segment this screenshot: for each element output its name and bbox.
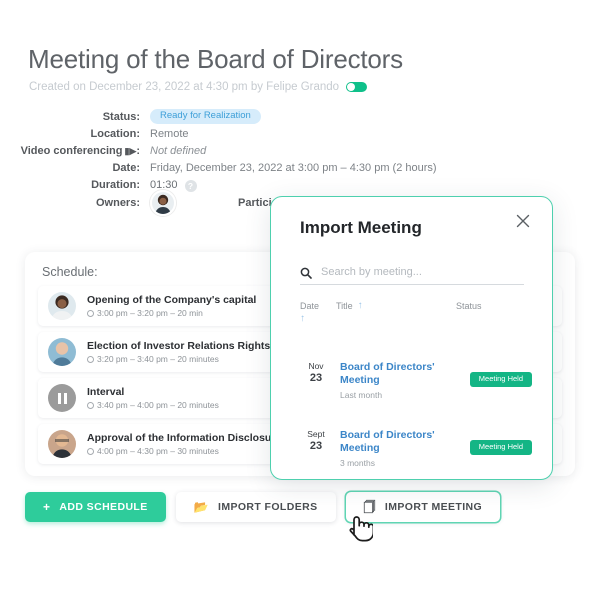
sort-ascending-icon[interactable]: ↑ [300, 314, 336, 324]
schedule-item-time: 3:40 pm – 4:00 pm – 20 minutes [87, 399, 219, 412]
column-header-title[interactable]: Title ↑ [336, 301, 456, 324]
column-header-date-label: Date [300, 301, 320, 311]
detail-label-location: Location: [90, 128, 141, 140]
participants-label: Partici [238, 197, 272, 209]
schedule-avatar [48, 338, 76, 366]
owners-label: Owners: [95, 197, 140, 209]
meeting-status-cell: Meeting Held [436, 429, 532, 481]
import-meeting-modal: Import Meeting Search by meeting... Date… [270, 196, 553, 480]
search-field[interactable]: Search by meeting... [300, 266, 524, 285]
meeting-day: 23 [309, 440, 323, 452]
detail-value-video: Not defined [150, 145, 207, 157]
meeting-title-line1: Board of Directors' [340, 361, 435, 373]
owner-avatar[interactable] [150, 190, 176, 216]
detail-label-video: Video conferencing ▮▶: [20, 145, 140, 157]
column-header-title-label: Title [336, 301, 353, 311]
schedule-item-time-text: 4:00 pm – 4:30 pm – 30 minutes [97, 445, 219, 456]
detail-row-video: Video conferencing ▮▶: Not defined [0, 144, 600, 158]
detail-value-status: Ready for Realization [150, 109, 261, 126]
clock-icon [87, 310, 94, 317]
close-icon[interactable] [514, 212, 532, 230]
detail-row-location: Location: Remote [0, 127, 600, 141]
meeting-subtitle: 3 months [340, 458, 375, 468]
status-badge: Ready for Realization [150, 109, 261, 124]
plus-icon: + [43, 500, 51, 514]
schedule-avatar [48, 292, 76, 320]
detail-row-date: Date: Friday, December 23, 2022 at 3:00 … [0, 161, 600, 175]
meeting-details: Status: Ready for Realization Location: … [0, 109, 600, 195]
detail-label-date: Date: [112, 162, 140, 174]
schedule-item-name: Interval [87, 385, 125, 398]
meeting-date: Nov 23 [300, 361, 332, 413]
schedule-item-text: Opening of the Company's capital 3:00 pm… [87, 293, 256, 320]
detail-label-status: Status: [102, 111, 140, 123]
meeting-title[interactable]: Board of Directors' Meeting 3 months [340, 429, 436, 481]
video-camera-icon: ▮▶ [124, 146, 137, 156]
schedule-item-text: Interval 3:40 pm – 4:00 pm – 20 minutes [87, 385, 219, 412]
detail-value-location: Remote [150, 128, 189, 140]
created-text: Created on December 23, 2022 at 4:30 pm … [29, 81, 340, 93]
schedule-title: Schedule: [42, 265, 98, 279]
app-root: Meeting of the Board of Directors Create… [0, 0, 600, 600]
meeting-title-line1: Board of Directors' [340, 429, 435, 441]
add-schedule-label: ADD SCHEDULE [59, 501, 148, 513]
column-header-status-label: Status [456, 301, 482, 311]
add-schedule-button[interactable]: + ADD SCHEDULE [25, 492, 166, 522]
status-badge: Meeting Held [469, 440, 532, 455]
table-row[interactable]: Nov 23 Board of Directors' Meeting Last … [300, 361, 532, 413]
import-folders-label: IMPORT FOLDERS [218, 501, 318, 513]
schedule-item-text: Election of Investor Relations Rights 3:… [87, 339, 270, 366]
visibility-toggle[interactable] [346, 82, 368, 92]
schedule-item-time-text: 3:20 pm – 3:40 pm – 20 minutes [97, 353, 219, 364]
column-header-status: Status [456, 301, 482, 324]
clock-icon [87, 448, 94, 455]
meeting-status-cell: Meeting Held [436, 361, 532, 413]
table-row[interactable]: Sept 23 Board of Directors' Meeting 3 mo… [300, 429, 532, 481]
meeting-day: 23 [309, 372, 323, 384]
clock-icon [87, 402, 94, 409]
column-header-date[interactable]: Date ↑ [300, 301, 336, 324]
meeting-subtitle: Last month [340, 390, 383, 400]
schedule-item-name: Election of Investor Relations Rights [87, 339, 271, 352]
meeting-month: Sept [307, 429, 325, 439]
schedule-item-time: 3:20 pm – 3:40 pm – 20 minutes [87, 353, 270, 366]
modal-title: Import Meeting [300, 218, 422, 237]
clock-icon [87, 356, 94, 363]
meeting-title[interactable]: Board of Directors' Meeting Last month [340, 361, 436, 413]
action-button-row: + ADD SCHEDULE 📂 IMPORT FOLDERS 🗍 IMPORT… [25, 492, 501, 522]
status-badge: Meeting Held [469, 372, 532, 387]
detail-value-date: Friday, December 23, 2022 at 3:00 pm – 4… [150, 162, 437, 174]
page-title: Meeting of the Board of Directors [28, 44, 403, 74]
meeting-date: Sept 23 [300, 429, 332, 481]
schedule-item-name: Opening of the Company's capital [87, 293, 257, 306]
search-placeholder: Search by meeting... [321, 266, 422, 278]
sort-ascending-icon[interactable]: ↑ [358, 301, 363, 324]
schedule-avatar [48, 430, 76, 458]
schedule-item-time: 3:00 pm – 3:20 pm – 20 min [87, 307, 256, 320]
meeting-table-header: Date ↑ Title ↑ Status [300, 301, 530, 324]
schedule-item-name: Approval of the Information Disclosure P… [87, 431, 301, 444]
import-meeting-label: IMPORT MEETING [384, 501, 483, 513]
schedule-item-time-text: 3:00 pm – 3:20 pm – 20 min [97, 307, 203, 318]
schedule-item-time: 4:00 pm – 4:30 pm – 30 minutes [87, 445, 301, 458]
meeting-title-line2: Meeting [340, 374, 380, 386]
folder-icon: 📂 [193, 500, 209, 514]
import-folders-button[interactable]: 📂 IMPORT FOLDERS [175, 492, 336, 522]
detail-row-status: Status: Ready for Realization [0, 109, 600, 126]
pause-icon [48, 384, 76, 412]
created-info: Created on December 23, 2022 at 4:30 pm … [29, 81, 368, 93]
meeting-month: Nov [308, 361, 324, 371]
schedule-item-time-text: 3:40 pm – 4:00 pm – 20 minutes [97, 399, 219, 410]
detail-label-video-text: Video conferencing [20, 145, 123, 157]
search-icon [300, 266, 312, 279]
schedule-item-text: Approval of the Information Disclosure P… [87, 431, 301, 458]
meeting-title-line2: Meeting [340, 442, 380, 454]
mouse-cursor-pointer-icon [345, 511, 375, 550]
